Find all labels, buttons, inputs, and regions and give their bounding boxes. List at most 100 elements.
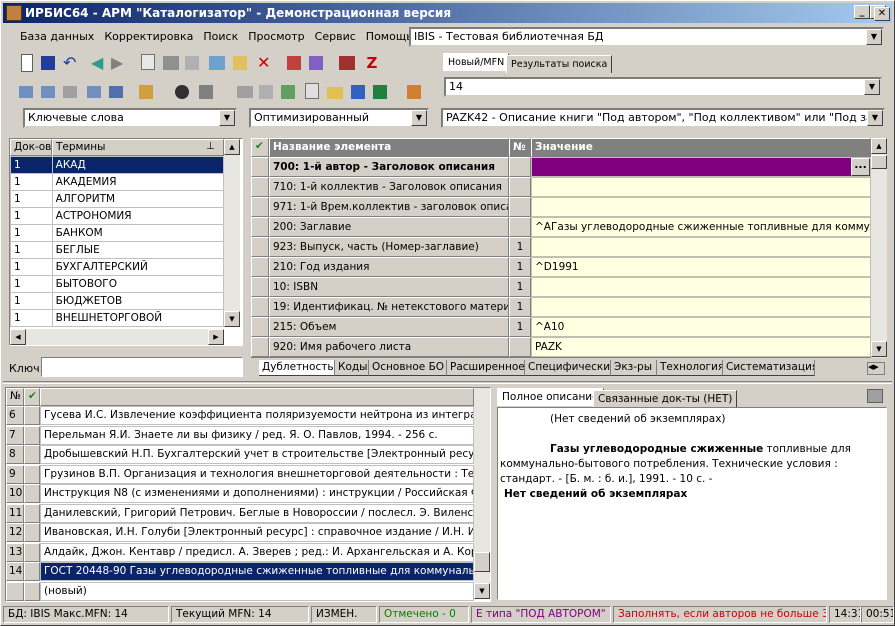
splitter[interactable]: [3, 381, 892, 384]
field-row[interactable]: 19: Идентификац. № нетекстового материал…: [251, 297, 871, 317]
copy-icon[interactable]: [141, 54, 155, 70]
tab-field-group[interactable]: Расширенное: [447, 360, 525, 376]
chevron-down-icon[interactable]: ▼: [219, 110, 235, 126]
copy-pages-icon[interactable]: [199, 85, 213, 99]
term-row[interactable]: 1 БЕГЛЫЕ: [10, 241, 225, 259]
record-checkbox[interactable]: [24, 445, 40, 464]
z3950-icon[interactable]: Z: [363, 54, 381, 72]
arrow-right-icon[interactable]: ▶: [111, 54, 129, 72]
term-row[interactable]: 1 БАНКОМ: [10, 224, 225, 242]
term-row[interactable]: 1 БУХГАЛТЕРСКИЙ: [10, 258, 225, 276]
term-row[interactable]: 1 АКАДЕМИЯ: [10, 173, 225, 191]
chevron-down-icon[interactable]: ▼: [864, 79, 880, 95]
delete-icon[interactable]: ✕: [257, 54, 275, 72]
field-value[interactable]: ^D1991: [531, 257, 871, 277]
close-icon[interactable]: ✕: [874, 7, 890, 21]
term-row[interactable]: 1 АЛГОРИТМ: [10, 190, 225, 208]
record-row[interactable]: 9 Грузинов В.П. Организация и технология …: [6, 464, 474, 484]
record-checkbox[interactable]: [24, 464, 40, 484]
mfn-input[interactable]: 14 ▼: [444, 77, 882, 97]
scroll-down-icon[interactable]: ▼: [474, 583, 490, 599]
tab-field-group[interactable]: Специфические: [525, 360, 611, 376]
field-row[interactable]: 200: Заглавие ^AГазы углеводородные сжиже…: [251, 217, 871, 237]
print-forward-icon[interactable]: [281, 85, 295, 99]
grid-icon[interactable]: [163, 56, 179, 70]
menu-database[interactable]: База данных: [15, 28, 99, 46]
field-row[interactable]: 920: Имя рабочего листа PAZK: [251, 337, 871, 357]
scroll-down-icon[interactable]: ▼: [224, 311, 240, 327]
tab-field-group[interactable]: Технология: [657, 360, 723, 376]
new-document-icon[interactable]: [21, 54, 33, 72]
record-checkbox[interactable]: [24, 542, 40, 562]
record-row[interactable]: (новый): [6, 581, 474, 601]
brush-icon[interactable]: [139, 85, 153, 99]
term-row[interactable]: 1 БЫТОВОГО: [10, 275, 225, 293]
field-row[interactable]: 210: Год издания 1 ^D1991: [251, 257, 871, 277]
terms-list[interactable]: Док-ов Термины ⊥ 1 АКАД 1 АКАДЕМИЯ 1 АЛГОРИТМ…: [9, 138, 243, 346]
field-row[interactable]: 971: 1-й Врем.коллектив - заголовок опис…: [251, 197, 871, 217]
chevron-down-icon[interactable]: ▼: [411, 110, 427, 126]
scroll-thumb[interactable]: [474, 552, 490, 572]
menu-edit[interactable]: Корректировка: [99, 28, 198, 46]
terms-hscroll[interactable]: ◀ ▶: [10, 329, 224, 345]
arrow-left-icon[interactable]: ◀: [91, 54, 109, 72]
field-value[interactable]: [531, 177, 871, 197]
record-row[interactable]: 14 ГОСТ 20448-90 Газы углеводородные сжиж…: [6, 562, 474, 581]
field-value[interactable]: [531, 297, 871, 317]
field-value[interactable]: ^A10: [531, 317, 871, 337]
book-icon[interactable]: [339, 56, 355, 70]
settings-icon[interactable]: [407, 85, 421, 99]
fields-scrollbar[interactable]: ▲ ▼: [871, 138, 887, 358]
record-checkbox[interactable]: [24, 562, 40, 581]
scroll-thumb[interactable]: [871, 155, 887, 169]
menu-service[interactable]: Сервис: [310, 28, 361, 46]
record-row[interactable]: 10 Инструкция N8 (с изменениями и дополне…: [6, 484, 474, 503]
terms-header-count[interactable]: Док-ов: [10, 139, 52, 156]
record-checkbox[interactable]: [24, 484, 40, 503]
mail-icon[interactable]: [63, 86, 77, 98]
record-row[interactable]: 11 Данилевский, Григорий Петрович. Беглые…: [6, 503, 474, 523]
record-checkbox[interactable]: [24, 523, 40, 542]
scroll-right-icon[interactable]: ▶: [208, 329, 224, 345]
tab-field-group[interactable]: Основное БО: [369, 360, 447, 376]
term-row[interactable]: 1 БЮДЖЕТОВ: [10, 292, 225, 310]
pin-icon[interactable]: ⊥: [206, 141, 215, 152]
list-icon[interactable]: [109, 86, 123, 98]
record-checkbox[interactable]: [24, 581, 40, 601]
field-value[interactable]: [531, 237, 871, 257]
tab-field-group[interactable]: Систематизация: [723, 360, 815, 376]
field-value[interactable]: [531, 197, 871, 217]
key-input[interactable]: [41, 357, 243, 377]
field-value[interactable]: PAZK: [531, 337, 871, 357]
field-row[interactable]: 710: 1-й коллектив - Заголовок описания: [251, 177, 871, 197]
terms-scrollbar[interactable]: ▲ ▼: [224, 139, 240, 327]
field-value[interactable]: ^AГазы углеводородные сжиженные топливны…: [531, 217, 871, 237]
database-select[interactable]: IBIS - Тестовая библиотечная БД ▼: [409, 27, 884, 47]
tools-icon[interactable]: [185, 56, 199, 70]
pages-icon[interactable]: [305, 83, 319, 99]
record-row[interactable]: 7 Перельман Я.И. Знаете ли вы физику / ре…: [6, 425, 474, 445]
fields-header-value[interactable]: Значение: [531, 138, 871, 157]
import-icon[interactable]: [287, 56, 301, 70]
term-row[interactable]: 1 ВНЕШНЕТОРГОВОЙ: [10, 309, 225, 327]
comment-icon[interactable]: [19, 86, 33, 98]
undo-icon[interactable]: ↶: [63, 54, 81, 72]
tab-field-group[interactable]: Коды: [335, 360, 369, 376]
minimize-button[interactable]: _: [854, 5, 870, 19]
chat-icon[interactable]: [41, 86, 55, 98]
chevron-down-icon[interactable]: ▼: [867, 110, 883, 126]
tab-related-docs[interactable]: Связанные док-ты (НЕТ): [593, 390, 738, 408]
records-list[interactable]: № ✔ 6 Гусева И.С. Извлечение коэффициента…: [5, 387, 491, 602]
fields-header-name[interactable]: Название элемента: [269, 138, 509, 157]
print-preview-icon[interactable]: [259, 85, 273, 99]
tab-full-description[interactable]: Полное описание: [497, 388, 604, 406]
tabs-arrows[interactable]: ◀▶: [867, 362, 885, 375]
record-checkbox[interactable]: [24, 503, 40, 523]
field-row[interactable]: 10: ISBN 1: [251, 277, 871, 297]
menu-search[interactable]: Поиск: [198, 28, 243, 46]
record-row[interactable]: 13 Алдайк, Джон. Кентавр / предисл. А. Зв…: [6, 542, 474, 562]
scroll-up-icon[interactable]: ▲: [224, 139, 240, 155]
edit-icon[interactable]: [233, 56, 247, 70]
records-scrollbar[interactable]: ▼: [474, 388, 490, 599]
excel-icon[interactable]: [373, 85, 387, 99]
